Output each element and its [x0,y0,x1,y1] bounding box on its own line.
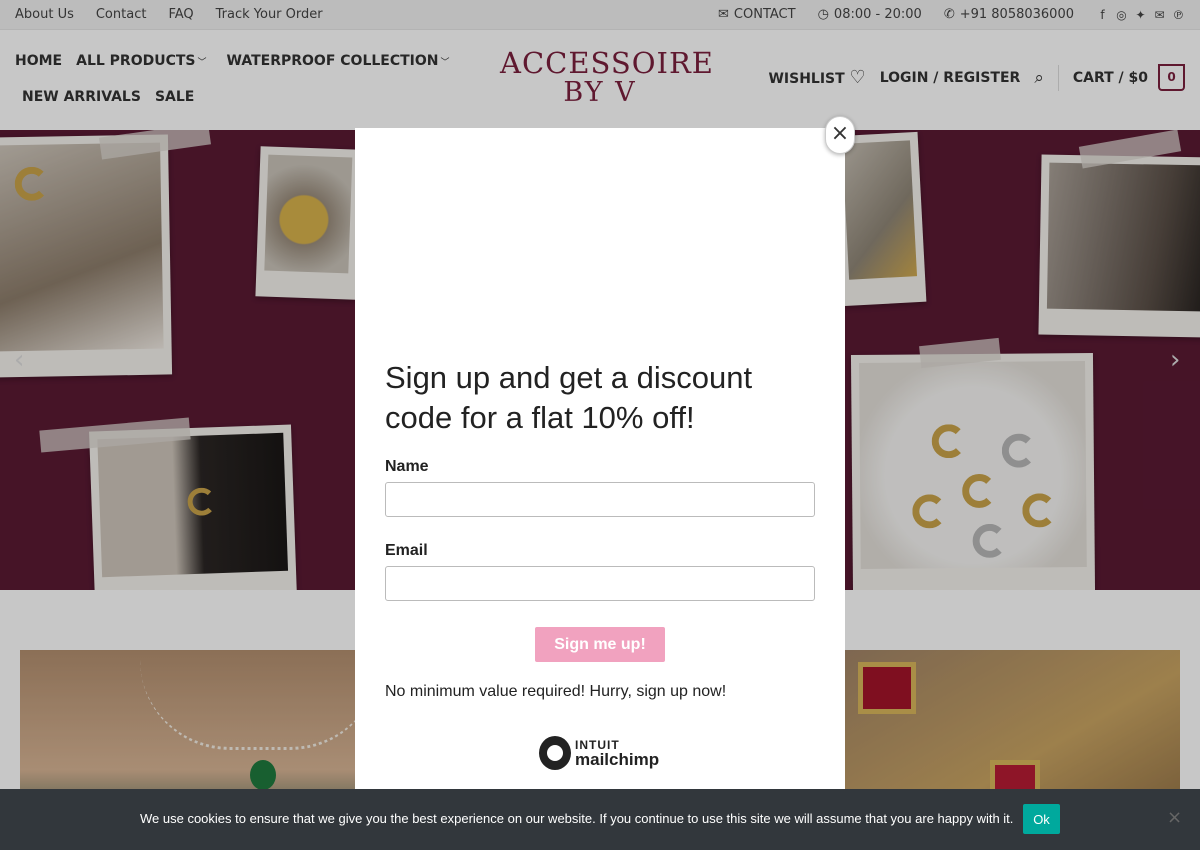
modal-heading: Sign up and get a discount code for a fl… [385,360,753,435]
mailchimp-badge[interactable]: INTUIT mailchimp [539,736,659,770]
email-input[interactable] [385,566,815,601]
mailchimp-logo-icon [539,736,571,770]
cookie-ok-button[interactable]: Ok [1023,804,1060,834]
cookie-message: We use cookies to ensure that we give yo… [140,811,1014,826]
cookie-close-icon[interactable]: × [1167,807,1182,828]
close-icon: × [830,121,850,146]
modal-close-button[interactable]: × [825,116,855,154]
email-label: Email [385,542,428,559]
name-label: Name [385,458,429,475]
mailchimp-line-1: INTUIT [575,737,620,752]
modal-note: No minimum value required! Hurry, sign u… [385,683,727,700]
signup-modal: Sign up and get a discount code for a fl… [355,128,845,790]
cookie-banner: We use cookies to ensure that we give yo… [0,789,1200,850]
mailchimp-line-2: mailchimp [575,749,660,769]
signup-button[interactable]: Sign me up! [535,627,665,662]
name-input[interactable] [385,482,815,517]
